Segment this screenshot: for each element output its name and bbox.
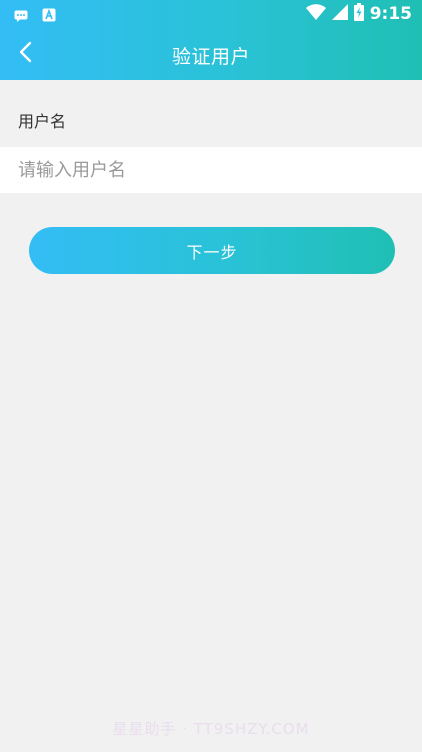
- username-field-row: [0, 147, 422, 193]
- signal-icon: [331, 4, 348, 24]
- header: 9:15 验证用户: [0, 0, 422, 80]
- battery-charging-icon: [353, 3, 364, 25]
- next-step-button[interactable]: 下一步: [29, 227, 395, 274]
- status-right-icons: 9:15: [305, 3, 412, 25]
- username-input[interactable]: [18, 147, 404, 193]
- page-title: 验证用户: [171, 46, 250, 68]
- watermark: 星星助手 · TT9SHZY.COM: [112, 720, 310, 738]
- status-bar: 9:15: [0, 0, 422, 28]
- wifi-icon: [305, 4, 326, 24]
- a-letter-icon: [42, 7, 56, 26]
- message-icon: [14, 7, 28, 26]
- app-bar: 验证用户: [0, 28, 422, 80]
- username-label: 用户名: [18, 112, 67, 131]
- status-time: 9:15: [369, 4, 412, 24]
- status-left-icons: [14, 7, 56, 26]
